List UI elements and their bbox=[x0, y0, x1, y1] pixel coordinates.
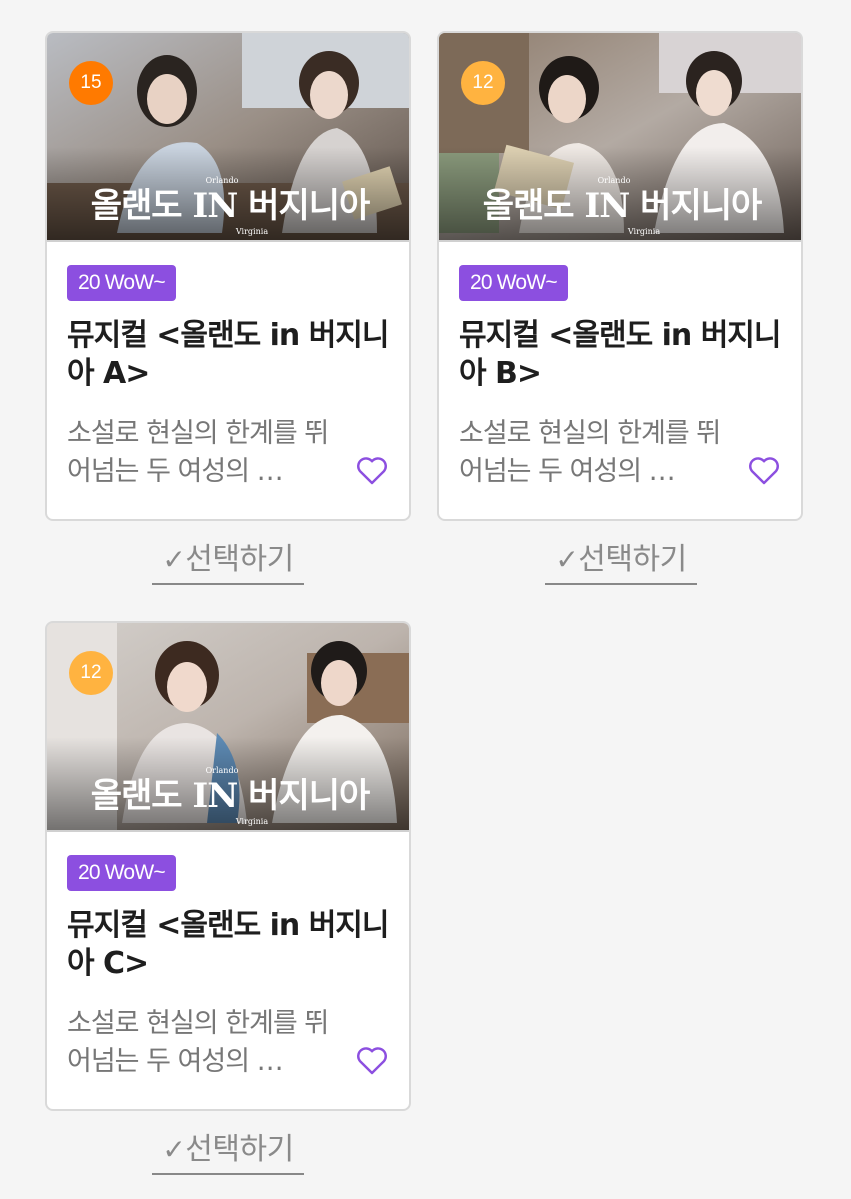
check-icon: ✓ bbox=[162, 1133, 186, 1166]
svg-text:올랜도 IN 버지니아: 올랜도 IN 버지니아 bbox=[91, 186, 370, 226]
svg-text:Virginia: Virginia bbox=[235, 227, 268, 236]
age-rating-badge: 12 bbox=[461, 61, 505, 105]
svg-text:Orlando: Orlando bbox=[206, 766, 239, 775]
product-card-c[interactable]: 올랜도 IN 버지니아 Orlando Virginia 12 20 WoW~ … bbox=[45, 621, 411, 1111]
poster-image[interactable]: 올랜도 IN 버지니아 Orlando Virginia 15 bbox=[47, 33, 409, 242]
product-description: 소설로 현실의 한계를 뛰어넘는 두 여성의 … bbox=[459, 418, 721, 487]
select-button-a[interactable]: ✓선택하기 bbox=[152, 541, 304, 585]
select-button-b[interactable]: ✓선택하기 bbox=[545, 541, 697, 585]
age-rating-badge: 15 bbox=[69, 61, 113, 105]
wow-badge: 20 WoW~ bbox=[67, 855, 176, 891]
heart-icon[interactable] bbox=[355, 455, 389, 485]
heart-icon[interactable] bbox=[355, 1045, 389, 1075]
svg-text:Orlando: Orlando bbox=[206, 176, 239, 185]
wow-badge: 20 WoW~ bbox=[459, 265, 568, 301]
product-description: 소설로 현실의 한계를 뛰어넘는 두 여성의 … bbox=[67, 418, 329, 487]
svg-text:올랜도 IN 버지니아: 올랜도 IN 버지니아 bbox=[91, 776, 370, 816]
age-rating-badge: 12 bbox=[69, 651, 113, 695]
poster-image[interactable]: 올랜도 IN 버지니아 Orlando Virginia 12 bbox=[439, 33, 801, 242]
product-title[interactable]: 뮤지컬 <올랜도 in 버지니아 B> bbox=[459, 317, 789, 393]
check-icon: ✓ bbox=[162, 543, 186, 576]
svg-text:Virginia: Virginia bbox=[627, 227, 660, 236]
product-card-b[interactable]: 올랜도 IN 버지니아 Orlando Virginia 12 20 WoW~ … bbox=[437, 31, 803, 521]
product-card-a[interactable]: 올랜도 IN 버지니아 Orlando Virginia 15 20 WoW~ … bbox=[45, 31, 411, 521]
svg-text:Virginia: Virginia bbox=[235, 817, 268, 826]
svg-text:올랜도 IN 버지니아: 올랜도 IN 버지니아 bbox=[483, 186, 762, 226]
select-label: 선택하기 bbox=[185, 1132, 294, 1167]
poster-image[interactable]: 올랜도 IN 버지니아 Orlando Virginia 12 bbox=[47, 623, 409, 832]
product-title[interactable]: 뮤지컬 <올랜도 in 버지니아 C> bbox=[67, 907, 397, 983]
wow-badge: 20 WoW~ bbox=[67, 265, 176, 301]
product-description: 소설로 현실의 한계를 뛰어넘는 두 여성의 … bbox=[67, 1008, 329, 1077]
select-label: 선택하기 bbox=[578, 542, 687, 577]
select-button-c[interactable]: ✓선택하기 bbox=[152, 1131, 304, 1175]
product-title[interactable]: 뮤지컬 <올랜도 in 버지니아 A> bbox=[67, 317, 397, 393]
select-label: 선택하기 bbox=[185, 542, 294, 577]
check-icon: ✓ bbox=[555, 543, 579, 576]
svg-text:Orlando: Orlando bbox=[598, 176, 631, 185]
heart-icon[interactable] bbox=[747, 455, 781, 485]
